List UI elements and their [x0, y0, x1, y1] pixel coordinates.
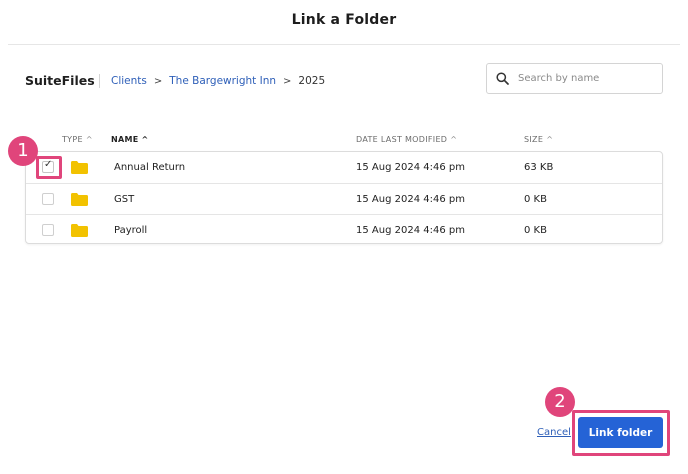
- column-header-name[interactable]: NAME ^: [111, 135, 149, 144]
- dialog-title: Link a Folder: [291, 12, 397, 28]
- file-size: 0 KB: [524, 225, 547, 236]
- link-folder-button[interactable]: Link folder: [578, 417, 663, 448]
- folder-icon: [71, 224, 88, 237]
- column-header-size[interactable]: SIZE ^: [524, 135, 553, 144]
- breadcrumb-divider: [99, 74, 100, 88]
- search-box[interactable]: [486, 63, 663, 94]
- search-input[interactable]: [518, 73, 658, 84]
- file-table: ✓ Annual Return 15 Aug 2024 4:46 pm 63 K…: [25, 151, 663, 244]
- file-name[interactable]: Annual Return: [114, 162, 185, 173]
- checkbox-highlight: [36, 156, 62, 179]
- table-row[interactable]: ✓ Annual Return 15 Aug 2024 4:46 pm 63 K…: [26, 152, 662, 183]
- sort-arrow-icon: ^: [85, 135, 93, 144]
- step-badge-1: 1: [8, 136, 38, 166]
- table-row[interactable]: GST 15 Aug 2024 4:46 pm 0 KB: [26, 183, 662, 214]
- breadcrumb-separator: >: [153, 75, 163, 87]
- step-badge-2: 2: [545, 387, 575, 417]
- breadcrumb-current: 2025: [298, 75, 326, 87]
- folder-icon: [71, 161, 88, 174]
- sort-arrow-icon: ^: [141, 135, 149, 144]
- row-checkbox[interactable]: [42, 224, 54, 236]
- table-row[interactable]: Payroll 15 Aug 2024 4:46 pm 0 KB: [26, 214, 662, 245]
- sort-arrow-icon: ^: [450, 135, 458, 144]
- file-name[interactable]: Payroll: [114, 225, 147, 236]
- breadcrumb-client-link[interactable]: The Bargewright Inn: [169, 75, 276, 87]
- search-icon: [496, 72, 509, 85]
- column-header-modified[interactable]: DATE LAST MODIFIED ^: [356, 135, 457, 144]
- breadcrumb-separator: >: [283, 75, 292, 87]
- breadcrumb: Clients > The Bargewright Inn > 2025: [111, 75, 325, 87]
- file-modified: 15 Aug 2024 4:46 pm: [356, 225, 465, 236]
- brand-label: SuiteFiles: [25, 73, 95, 88]
- row-checkbox[interactable]: [42, 193, 54, 205]
- file-modified: 15 Aug 2024 4:46 pm: [356, 194, 465, 205]
- file-size: 63 KB: [524, 162, 554, 173]
- column-header-type[interactable]: TYPE ^: [62, 135, 93, 144]
- file-modified: 15 Aug 2024 4:46 pm: [356, 162, 465, 173]
- file-name[interactable]: GST: [114, 194, 134, 205]
- folder-icon: [71, 193, 88, 206]
- header-divider: [8, 44, 680, 45]
- cancel-button[interactable]: Cancel: [537, 427, 571, 438]
- sort-arrow-icon: ^: [546, 135, 554, 144]
- file-size: 0 KB: [524, 194, 547, 205]
- breadcrumb-clients-link[interactable]: Clients: [111, 75, 147, 87]
